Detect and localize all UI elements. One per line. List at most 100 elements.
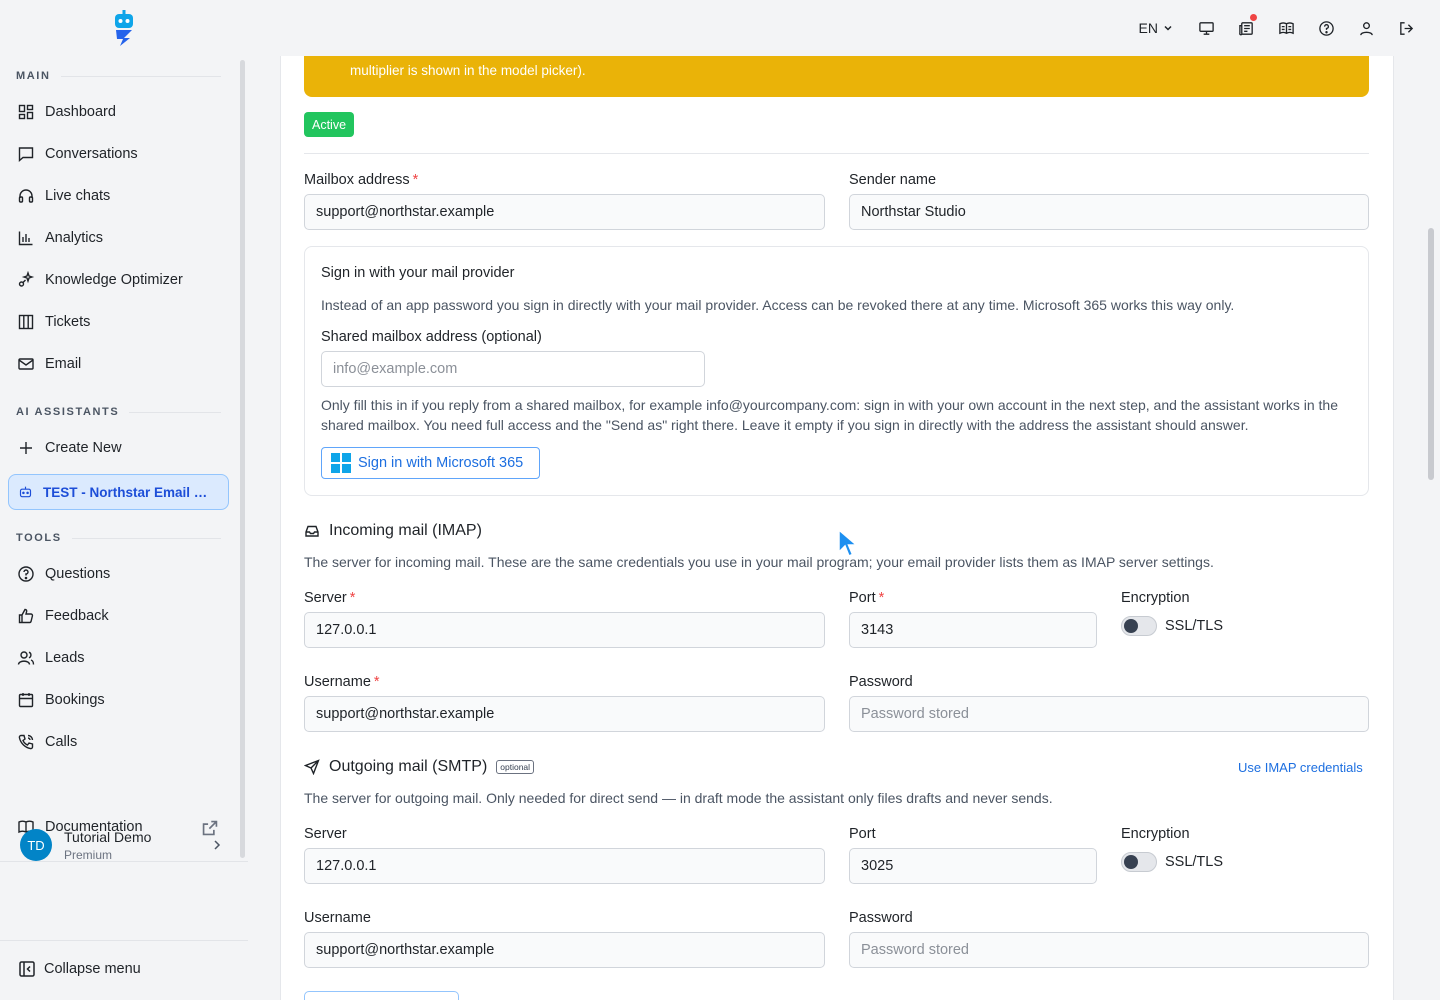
chevron-down-icon xyxy=(1164,25,1172,31)
calendar-icon xyxy=(18,693,34,708)
smtp-password-input[interactable] xyxy=(849,932,1369,968)
logout-button[interactable] xyxy=(1390,14,1422,42)
collapse-menu-label: Collapse menu xyxy=(44,961,141,977)
smtp-password-label: Password xyxy=(849,910,913,926)
sidebar-item-active-assistant[interactable]: TEST - Northstar Email Workflow xyxy=(8,474,229,510)
language-select[interactable]: EN xyxy=(1131,14,1182,42)
imap-ssl-label: SSL/TLS xyxy=(1165,618,1224,634)
smtp-port-input[interactable] xyxy=(849,848,1097,884)
smtp-username-input[interactable] xyxy=(304,932,825,968)
sidebar-scrollbar[interactable] xyxy=(240,60,245,858)
create-new-label: Create New xyxy=(45,440,122,456)
dashboard-icon xyxy=(18,104,34,120)
sidebar-item-live-chats[interactable]: Live chats xyxy=(8,178,229,214)
label-text: Mailbox address xyxy=(304,172,410,188)
required-marker: * xyxy=(412,172,419,188)
imap-ssl-toggle[interactable] xyxy=(1121,616,1157,636)
sidebar-item-label: Leads xyxy=(45,650,85,666)
notification-dot xyxy=(1250,14,1257,21)
create-new-assistant-button[interactable]: Create New xyxy=(8,430,229,466)
mailbox-address-input[interactable] xyxy=(304,194,825,230)
app-logo-icon[interactable] xyxy=(110,10,138,46)
imap-port-input[interactable] xyxy=(849,612,1097,648)
docs-button[interactable] xyxy=(1270,14,1302,42)
news-icon xyxy=(1238,21,1253,35)
section-label-text: MAIN xyxy=(16,70,51,82)
profile-button[interactable] xyxy=(1350,14,1382,42)
mail-icon xyxy=(18,358,34,370)
sidebar-item-label: Live chats xyxy=(45,188,111,204)
page-scrollbar[interactable] xyxy=(1428,228,1434,480)
sidebar-item-email[interactable]: Email xyxy=(8,346,229,382)
imap-username-input[interactable] xyxy=(304,696,825,732)
sidebar-item-label: Feedback xyxy=(45,608,109,624)
sidebar-divider xyxy=(0,940,248,941)
sign-in-microsoft-label: Sign in with Microsoft 365 xyxy=(358,455,524,471)
user-plan: Premium xyxy=(64,847,113,862)
smtp-username-label: Username xyxy=(304,910,371,926)
sidebar-item-tickets[interactable]: Tickets xyxy=(8,304,229,340)
use-imap-credentials-link[interactable]: Use IMAP credentials xyxy=(1238,760,1363,775)
sidebar-item-label: Questions xyxy=(45,566,111,582)
smtp-section-title: Outgoing mail (SMTP) optional xyxy=(304,758,535,776)
smtp-server-input[interactable] xyxy=(304,848,825,884)
sign-in-microsoft-button[interactable]: Sign in with Microsoft 365 xyxy=(321,447,540,479)
smtp-description: The server for outgoing mail. Only neede… xyxy=(304,790,1053,806)
sidebar-item-leads[interactable]: Leads xyxy=(8,640,229,676)
help-button[interactable] xyxy=(1310,14,1342,42)
optional-badge: optional xyxy=(496,760,535,774)
imap-description: The server for incoming mail. These are … xyxy=(304,554,1214,570)
book-icon xyxy=(1278,21,1294,34)
inbox-icon xyxy=(305,525,319,537)
sidebar-item-label: Calls xyxy=(45,734,78,750)
smtp-server-label: Server xyxy=(304,826,347,842)
smtp-ssl-label: SSL/TLS xyxy=(1165,854,1224,870)
label-text: Port xyxy=(849,590,876,606)
smtp-encryption-label: Encryption xyxy=(1121,826,1190,842)
smtp-ssl-toggle[interactable] xyxy=(1121,852,1157,872)
sidebar-item-feedback[interactable]: Feedback xyxy=(8,598,229,634)
required-marker: * xyxy=(349,590,356,606)
sender-name-input[interactable] xyxy=(849,194,1369,230)
sidebar-item-analytics[interactable]: Analytics xyxy=(8,220,229,256)
partial-button[interactable] xyxy=(304,991,459,1000)
top-bar: EN xyxy=(0,0,1440,56)
headset-icon xyxy=(18,189,34,203)
monitor-button[interactable] xyxy=(1190,14,1222,42)
phone-icon xyxy=(18,734,34,750)
sidebar-item-bookings[interactable]: Bookings xyxy=(8,682,229,718)
monitor-icon xyxy=(1198,21,1214,35)
shared-mailbox-input[interactable] xyxy=(321,351,705,387)
sidebar-item-label: Knowledge Optimizer xyxy=(45,272,183,288)
sidebar-item-dashboard[interactable]: Dashboard xyxy=(8,94,229,130)
imap-server-input[interactable] xyxy=(304,612,825,648)
label-text: Username xyxy=(304,674,371,690)
section-label-main: MAIN xyxy=(16,70,221,82)
required-marker: * xyxy=(373,674,380,690)
user-menu[interactable]: TD Tutorial Demo Premium xyxy=(8,822,240,868)
warning-banner: multiplier is shown in the model picker)… xyxy=(304,56,1369,97)
sidebar-item-label: Analytics xyxy=(45,230,104,246)
collapse-menu-button[interactable]: Collapse menu xyxy=(18,960,141,978)
bar-chart-icon xyxy=(18,231,33,246)
news-button[interactable] xyxy=(1230,14,1262,42)
sender-name-label: Sender name xyxy=(849,172,937,188)
plus-icon xyxy=(20,442,32,454)
robot-icon xyxy=(19,486,32,497)
top-actions: EN xyxy=(1131,14,1422,42)
oauth-description: Instead of an app password you sign in d… xyxy=(321,297,1235,313)
sparkle-icon xyxy=(18,271,35,287)
imap-password-input[interactable] xyxy=(849,696,1369,732)
send-icon xyxy=(304,759,320,775)
status-badge: Active xyxy=(304,112,355,137)
user-name: Tutorial Demo xyxy=(64,828,152,845)
sidebar-item-conversations[interactable]: Conversations xyxy=(8,136,229,172)
smtp-title-text: Outgoing mail (SMTP) xyxy=(329,758,488,775)
sidebar-item-calls[interactable]: Calls xyxy=(8,724,229,760)
microsoft-logo-icon xyxy=(331,453,351,473)
sidebar-item-questions[interactable]: Questions xyxy=(8,556,229,592)
sidebar-item-knowledge-optimizer[interactable]: Knowledge Optimizer xyxy=(8,262,229,298)
chevron-right-icon xyxy=(214,840,221,850)
toggle-knob xyxy=(1124,619,1138,633)
imap-encryption-label: Encryption xyxy=(1121,590,1190,606)
